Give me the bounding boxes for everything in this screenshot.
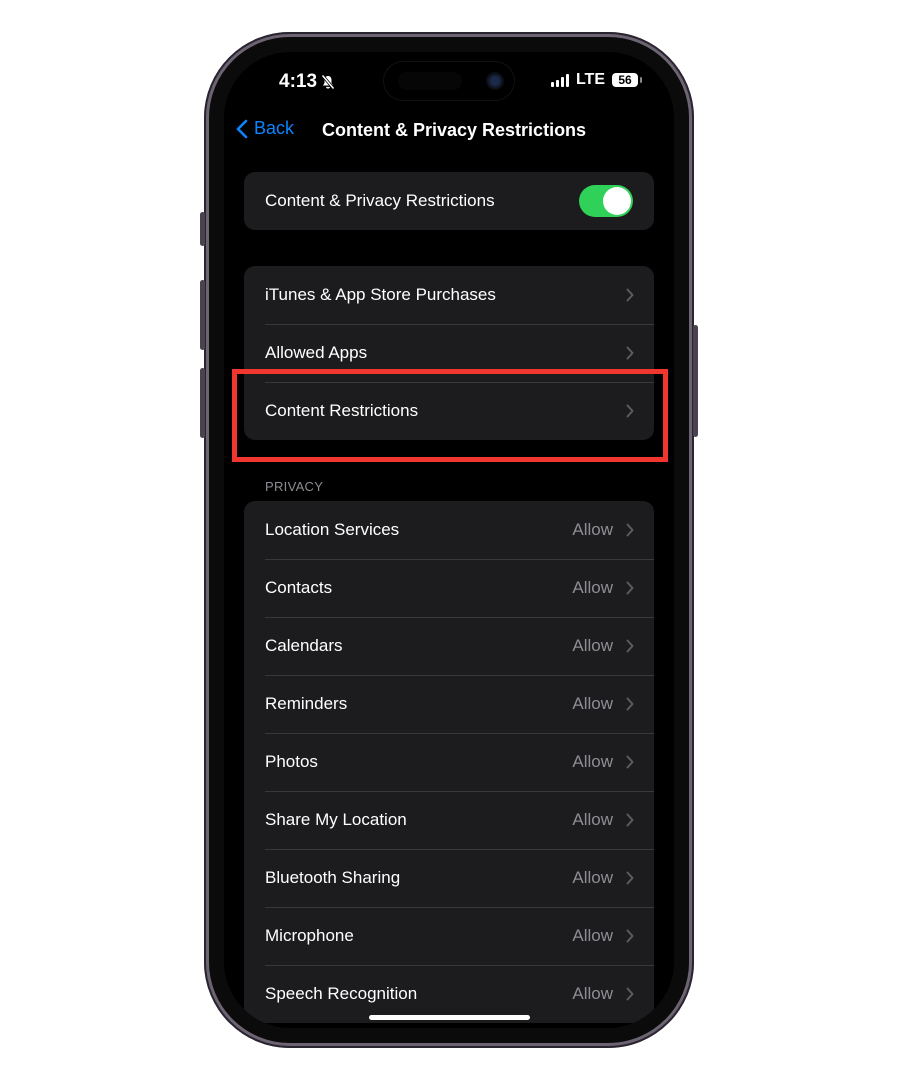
chevron-right-icon <box>626 559 634 617</box>
home-indicator[interactable] <box>369 1015 530 1020</box>
chevron-right-icon <box>626 324 634 382</box>
list-item-value: Allow <box>572 636 613 655</box>
navigation-bar: Back Content & Privacy Restrictions <box>224 116 674 146</box>
list-item-value: Allow <box>572 868 613 887</box>
list-item-label: Location Services <box>265 520 400 539</box>
chevron-right-icon <box>626 791 634 849</box>
list-item-value: Allow <box>572 520 613 539</box>
volume-up-button <box>200 280 205 350</box>
network-type: LTE <box>575 71 605 88</box>
list-item[interactable]: Location Services Allow <box>244 501 654 559</box>
front-camera <box>486 72 504 90</box>
page-title: Content & Privacy Restrictions <box>322 120 587 140</box>
chevron-right-icon <box>626 907 634 965</box>
list-item-value: Allow <box>572 752 613 771</box>
screen: 4:13 LTE 56 Back Content & Privacy Restr… <box>224 52 674 1028</box>
list-item[interactable]: Photos Allow <box>244 733 654 791</box>
privacy-section-header: PRIVACY <box>265 479 324 494</box>
list-item-label: Share My Location <box>265 810 407 829</box>
list-item[interactable]: Reminders Allow <box>244 675 654 733</box>
content-privacy-toggle-label: Content & Privacy Restrictions <box>265 191 495 210</box>
status-time: 4:13 <box>279 71 336 93</box>
list-item-label: Allowed Apps <box>265 343 368 362</box>
chevron-right-icon <box>626 675 634 733</box>
list-item-label: Speech Recognition <box>265 984 418 1003</box>
list-item-label: Calendars <box>265 636 343 655</box>
list-item-label: Photos <box>265 752 318 771</box>
status-time-text: 4:13 <box>279 71 318 92</box>
list-item-value: Allow <box>572 694 613 713</box>
list-item-label: Content Restrictions <box>265 401 419 420</box>
list-item-label: iTunes & App Store Purchases <box>265 285 496 304</box>
chevron-right-icon <box>626 382 634 440</box>
list-item-value: Allow <box>572 926 613 945</box>
list-item[interactable]: Calendars Allow <box>244 617 654 675</box>
chevron-right-icon <box>626 849 634 907</box>
list-item[interactable]: iTunes & App Store Purchases <box>244 266 654 324</box>
chevron-right-icon <box>626 965 634 1023</box>
content-privacy-toggle-row: Content & Privacy Restrictions <box>244 172 654 230</box>
island-sensor <box>398 72 462 90</box>
cellular-signal-icon <box>550 73 569 87</box>
back-label: Back <box>254 118 295 138</box>
list-item-value: Allow <box>572 578 613 597</box>
power-button <box>693 325 698 437</box>
list-item-label: Contacts <box>265 578 333 597</box>
list-item-value: Allow <box>572 984 613 1003</box>
chevron-right-icon <box>626 266 634 324</box>
privacy-group: Location Services Allow Contacts Allow C… <box>244 501 654 1023</box>
list-item-value: Allow <box>572 810 613 829</box>
status-indicators: LTE 56 <box>550 71 642 89</box>
list-item-label: Reminders <box>265 694 348 713</box>
list-item[interactable]: Allowed Apps <box>244 324 654 382</box>
chevron-right-icon <box>626 501 634 559</box>
chevron-right-icon <box>626 617 634 675</box>
list-item-label: Bluetooth Sharing <box>265 868 401 887</box>
restrictions-group: iTunes & App Store Purchases Allowed App… <box>244 266 654 440</box>
list-item[interactable]: Share My Location Allow <box>244 791 654 849</box>
dynamic-island <box>384 62 514 100</box>
list-item-label: Microphone <box>265 926 354 945</box>
list-item[interactable]: Bluetooth Sharing Allow <box>244 849 654 907</box>
toggle-knob <box>603 187 631 215</box>
list-item[interactable]: Content Restrictions <box>244 382 654 440</box>
chevron-left-icon <box>236 119 248 138</box>
list-item[interactable]: Contacts Allow <box>244 559 654 617</box>
bell-slash-icon <box>321 74 335 90</box>
list-item[interactable]: Microphone Allow <box>244 907 654 965</box>
chevron-right-icon <box>626 733 634 791</box>
action-button <box>200 212 205 246</box>
volume-down-button <box>200 368 205 438</box>
content-privacy-toggle[interactable] <box>579 185 633 217</box>
back-button[interactable]: Back <box>236 118 294 139</box>
battery-icon: 56 <box>612 73 642 87</box>
master-toggle-group: Content & Privacy Restrictions <box>244 172 654 230</box>
